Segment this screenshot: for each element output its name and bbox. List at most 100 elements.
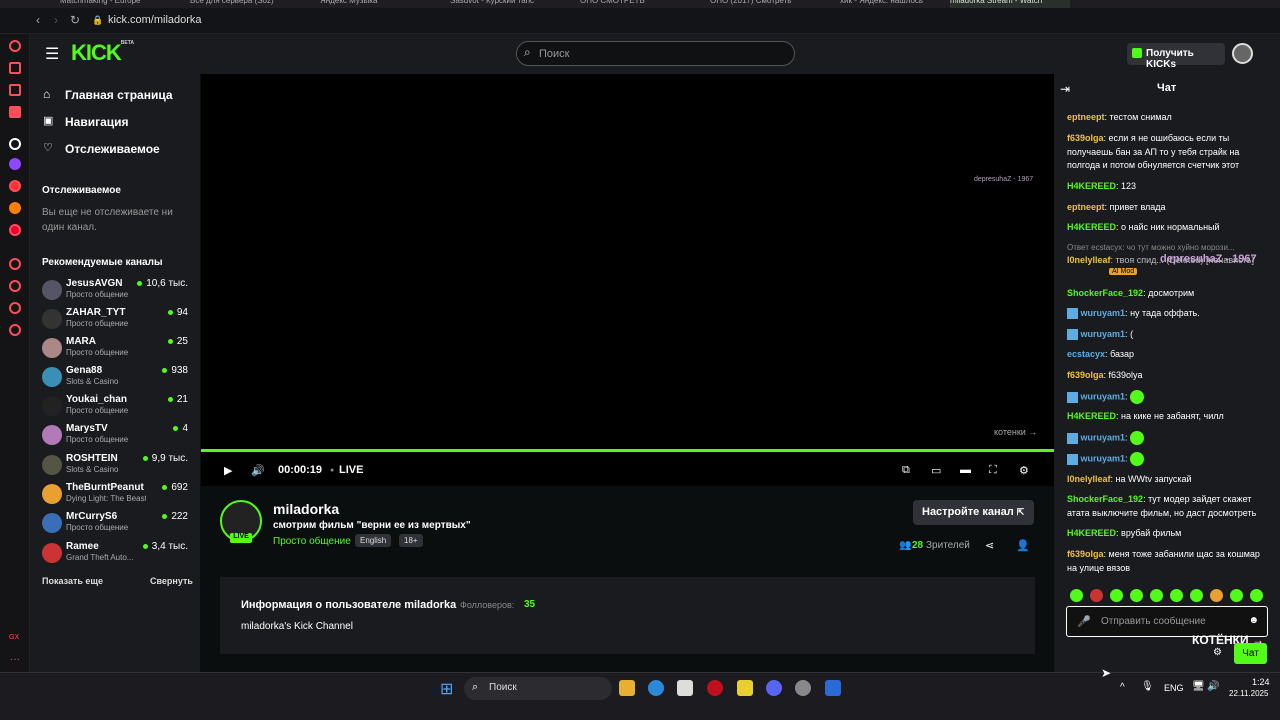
nav-following[interactable]: Отслеживаемое [65, 142, 160, 156]
browser-tab[interactable]: хик - Яндекс: нашлось [840, 0, 940, 8]
opera-gx-icon[interactable] [707, 680, 723, 696]
emote-icon[interactable] [1070, 589, 1083, 602]
browser-tab[interactable]: ОПО СМОТРЕТЬ [580, 0, 690, 8]
twitch-sidebar-icon[interactable] [9, 158, 21, 170]
emote-icon[interactable] [1150, 589, 1163, 602]
emote-icon[interactable] [1090, 589, 1103, 602]
microphone-tray-icon[interactable]: 🎙 [1141, 681, 1154, 692]
emote-icon[interactable] [1110, 589, 1123, 602]
channel-item[interactable]: Youkai_chan Просто общение 21 [42, 394, 192, 422]
channel-avatar [42, 513, 62, 533]
nav-browse[interactable]: Навигация [65, 115, 129, 129]
sidebar-app-icon[interactable] [9, 202, 21, 214]
emote-icon[interactable] [1170, 589, 1183, 602]
volume-tray-icon[interactable]: 🔊 [1207, 681, 1219, 692]
send-chat-button[interactable]: Чат [1234, 643, 1267, 664]
browser-tab[interactable]: Matchmaking - Europe [60, 0, 170, 8]
sidebar-app-icon[interactable] [9, 62, 21, 74]
channel-name[interactable]: miladorka [273, 501, 339, 517]
tray-chevron-icon[interactable]: ^ [1120, 682, 1125, 693]
back-icon[interactable]: ‹ [36, 13, 40, 27]
chat-settings-icon[interactable]: ⚙ [1213, 647, 1222, 658]
volume-icon[interactable]: 🔊 [251, 464, 265, 477]
collapse-chat-icon[interactable]: ⇥ [1060, 82, 1070, 96]
miniplayer-icon[interactable]: ⧉ [902, 464, 910, 477]
follow-user-icon[interactable]: 👤 [1016, 539, 1030, 552]
app-icon[interactable] [825, 680, 841, 696]
progress-bar[interactable] [201, 449, 1054, 452]
channel-item[interactable]: JesusAVGN Просто общение 10,6 тыс. [42, 278, 192, 306]
yandex-sidebar-icon[interactable] [9, 180, 21, 192]
theater-mode-icon[interactable]: ▭ [931, 464, 941, 477]
reload-icon[interactable]: ↻ [70, 13, 80, 27]
sidebar-app-icon[interactable] [9, 258, 21, 270]
language-indicator[interactable]: ENG [1164, 683, 1184, 693]
browser-tab[interactable]: Яндекс Музыка [320, 0, 430, 8]
browser-tab-active[interactable]: miladorka Stream - Watch [950, 0, 1070, 8]
sidebar-app-icon[interactable] [9, 40, 21, 52]
search-input[interactable]: ⌕ Поиск [516, 41, 795, 66]
more-icon[interactable]: ··· [10, 654, 20, 665]
gx-icon[interactable]: GX [9, 634, 19, 641]
browser-tab[interactable]: ОПО (2017) Смотреть [710, 0, 820, 8]
stream-category[interactable]: Просто общение [273, 536, 351, 547]
channel-item[interactable]: Ramee Grand Theft Auto... 3,4 тыс. [42, 541, 192, 569]
fullscreen-icon[interactable]: ⛶ [989, 464, 997, 477]
settings-icon[interactable]: ⚙ [1019, 464, 1029, 477]
chat-message: ShockerFace_192: тут модер зайдет скажет… [1067, 494, 1257, 518]
tag-18plus[interactable]: 18+ [399, 534, 423, 547]
settings-icon[interactable] [9, 324, 21, 336]
emote-icon[interactable] [1230, 589, 1243, 602]
get-kicks-button[interactable]: Получить KICKs [1127, 43, 1225, 70]
wide-mode-icon[interactable]: ▬ [960, 464, 971, 476]
channel-item[interactable]: TheBurntPeanut Dying Light: The Beast 692 [42, 482, 192, 510]
channel-item[interactable]: MARA Просто общение 25 [42, 336, 192, 364]
channel-item[interactable]: MrCurryS6 Просто общение 222 [42, 511, 192, 539]
nav-home[interactable]: Главная страница [65, 88, 173, 102]
chat-title: Чат [1157, 82, 1177, 94]
history-icon[interactable] [9, 280, 21, 292]
microphone-icon[interactable]: 🎤 [1077, 615, 1091, 628]
setup-channel-button[interactable]: Настройте канал ⇱ [913, 500, 1034, 525]
browser-tab[interactable]: Все для сервера (Soz) [190, 0, 300, 8]
show-more-link[interactable]: Показать еще [42, 576, 103, 586]
discord-icon[interactable] [766, 680, 782, 696]
windows-start-icon[interactable]: ⊞ [440, 679, 453, 699]
collapse-link[interactable]: Свернуть [150, 576, 193, 586]
emote-icon[interactable] [1130, 589, 1143, 602]
kick-sidebar-icon[interactable] [9, 138, 21, 150]
share-icon[interactable]: ⋖ [985, 539, 994, 552]
channel-item[interactable]: MarysTV Просто общение 4 [42, 423, 192, 451]
app-icon[interactable] [737, 680, 753, 696]
app-icon[interactable] [795, 680, 811, 696]
emote-icon[interactable] [1250, 589, 1263, 602]
sidebar-app-icon[interactable] [9, 302, 21, 314]
channel-item[interactable]: Gena88 Slots & Casino 938 [42, 365, 192, 393]
store-icon[interactable] [677, 680, 693, 696]
file-explorer-icon[interactable] [619, 680, 635, 696]
emoji-icon[interactable]: ☻ [1248, 615, 1259, 626]
clock-date[interactable]: 22.11.2025 [1229, 689, 1268, 698]
taskbar-search[interactable]: ⌕ Поиск [464, 677, 612, 700]
user-avatar[interactable] [1232, 43, 1253, 64]
about-description: miladorka's Kick Channel [241, 621, 353, 632]
sidebar-app-icon[interactable] [9, 106, 21, 118]
clock-time[interactable]: 1:24 [1252, 677, 1270, 687]
play-icon[interactable]: ▶ [224, 464, 232, 477]
hamburger-menu-icon[interactable]: ☰ [45, 44, 59, 64]
tag-english[interactable]: English [355, 534, 392, 547]
channel-item[interactable]: ROSHTEIN Slots & Casino 9,9 тыс. [42, 453, 192, 481]
video-player[interactable] [201, 74, 1054, 486]
emote-icon[interactable] [1210, 589, 1223, 602]
sidebar-app-icon[interactable] [9, 84, 21, 96]
edge-icon[interactable] [648, 680, 664, 696]
live-dot-icon: ● [330, 467, 335, 474]
network-icon[interactable]: 🖥 [1192, 681, 1205, 692]
kick-logo[interactable]: KICKBETA [71, 40, 134, 66]
browser-tab[interactable]: Sasdvot - Курский тапс [450, 0, 560, 8]
url-field[interactable]: kick.com/miladorka [108, 14, 202, 26]
sidebar-app-icon[interactable] [9, 224, 21, 236]
emote-icon[interactable] [1190, 589, 1203, 602]
channel-item[interactable]: ZAHAR_TYT Просто общение 94 [42, 307, 192, 335]
forward-icon[interactable]: › [54, 13, 58, 27]
